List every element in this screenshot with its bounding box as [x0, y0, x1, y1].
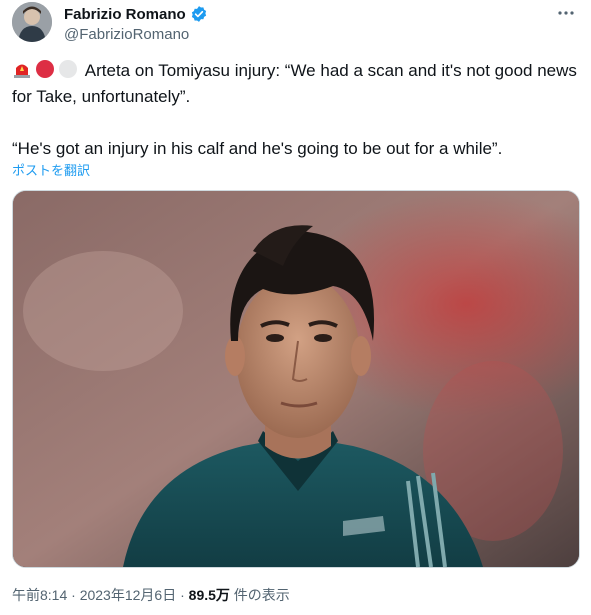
- tweet-date[interactable]: 2023年12月6日: [80, 587, 177, 603]
- avatar[interactable]: [12, 2, 52, 42]
- more-options-icon[interactable]: [557, 4, 575, 27]
- verified-badge-icon: [191, 6, 206, 22]
- avatar-image: [12, 2, 52, 42]
- tweet-photo[interactable]: [12, 190, 580, 568]
- meta-separator: ·: [176, 587, 189, 603]
- player-photo: [13, 191, 579, 567]
- author-display-name[interactable]: Fabrizio Romano: [64, 6, 186, 23]
- siren-icon: [14, 64, 30, 78]
- meta-separator: ·: [67, 587, 80, 603]
- tweet-text: Arteta on Tomiyasu injury: “We had a sca…: [12, 58, 582, 162]
- tweet-text-line2: “He's got an injury in his calf and he's…: [12, 139, 503, 158]
- white-circle-icon: [59, 60, 77, 78]
- tweet-meta: 午前8:14 · 2023年12月6日 · 89.5万 件の表示: [12, 585, 290, 605]
- tweet-header: Fabrizio Romano @FabrizioRomano: [12, 2, 579, 48]
- author-handle[interactable]: @FabrizioRomano: [64, 26, 189, 43]
- view-label: 件の表示: [229, 587, 290, 603]
- translate-post-link[interactable]: ポストを翻訳: [12, 160, 90, 179]
- tweet-time[interactable]: 午前8:14: [12, 587, 67, 603]
- tweet-text-line1: Arteta on Tomiyasu injury: “We had a sca…: [12, 61, 582, 106]
- author-name-row: Fabrizio Romano: [64, 5, 208, 23]
- red-circle-icon: [36, 60, 54, 78]
- view-count: 89.5万: [188, 587, 230, 603]
